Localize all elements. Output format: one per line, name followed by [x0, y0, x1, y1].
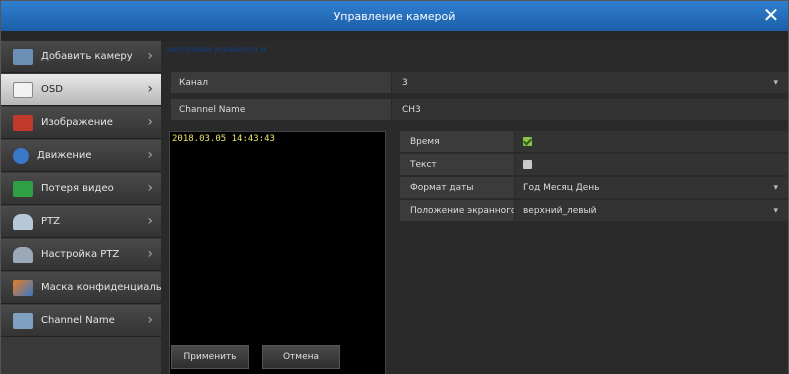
ptz-icon [13, 213, 33, 230]
text-option-row: Текст [400, 154, 788, 175]
camera-management-window: Управление камерой ✕ Добавить камеру › O… [0, 0, 789, 374]
time-option-row: Время [400, 131, 788, 152]
video-loss-icon [13, 180, 33, 197]
channel-label: Канал [171, 72, 391, 93]
text-checkbox[interactable] [523, 160, 532, 169]
image-icon [13, 114, 33, 131]
chevron-right-icon: › [147, 81, 153, 97]
channel-value: 3 [402, 77, 408, 88]
sidebar-item-motion[interactable]: Движение › [1, 140, 161, 172]
close-icon[interactable]: ✕ [760, 4, 782, 26]
chevron-right-icon: › [147, 114, 153, 130]
title-bar: Управление камерой ✕ [1, 1, 788, 31]
time-label: Время [400, 131, 514, 152]
sidebar-item-label: Потеря видео [41, 183, 114, 194]
chevron-down-icon: ▾ [773, 182, 778, 193]
channel-name-row: Channel Name CH3 [171, 99, 788, 120]
text-label: Текст [400, 154, 514, 175]
date-format-row: Формат даты Год Месяц День ▾ [400, 177, 788, 198]
add-camera-icon [13, 48, 33, 65]
channel-name-value: CH3 [402, 104, 421, 115]
channel-name-icon [13, 312, 33, 329]
channel-name-label: Channel Name [171, 99, 391, 120]
sidebar-item-label: Добавить камеру [41, 51, 133, 62]
window-title: Управление камерой [333, 9, 456, 23]
sidebar-item-label: OSD [41, 84, 63, 95]
sidebar-item-label: Изображение [41, 117, 113, 128]
osd-position-select[interactable]: верхний_левый ▾ [515, 200, 788, 221]
sidebar-item-ptz[interactable]: PTZ › [1, 206, 161, 238]
cancel-button[interactable]: Отмена [262, 345, 340, 369]
sidebar-item-label: Маска конфиденциальности [41, 282, 161, 293]
video-preview[interactable]: 2018.03.05 14:43:43 [169, 131, 386, 374]
sidebar-item-image[interactable]: Изображение › [1, 107, 161, 139]
motion-icon [13, 147, 29, 164]
channel-name-field[interactable]: CH3 [392, 99, 788, 120]
sidebar-item-label: PTZ [41, 216, 60, 227]
sidebar-item-label: Движение [37, 150, 92, 161]
privacy-mask-icon [13, 279, 33, 296]
sidebar-item-video-loss[interactable]: Потеря видео › [1, 173, 161, 205]
text-checkbox-cell [515, 154, 788, 175]
time-checkbox-cell [515, 131, 788, 152]
date-format-label: Формат даты [400, 177, 514, 198]
chevron-right-icon: › [147, 213, 153, 229]
sidebar-item-channel-name[interactable]: Channel Name › [1, 305, 161, 337]
sidebar-item-privacy-mask[interactable]: Маска конфиденциальности [1, 272, 161, 304]
osd-position-label: Положение экранного [400, 200, 514, 221]
sidebar-item-ptz-settings[interactable]: Настройка PTZ › [1, 239, 161, 271]
apply-button[interactable]: Применить [171, 345, 249, 369]
channel-select[interactable]: 3 ▾ [392, 72, 788, 93]
chevron-right-icon: › [147, 246, 153, 262]
osd-position-value: верхний_левый [523, 205, 597, 216]
time-checkbox[interactable] [523, 137, 532, 146]
date-format-value: Год Месяц День [523, 182, 600, 193]
osd-position-row: Положение экранного верхний_левый ▾ [400, 200, 788, 221]
chevron-right-icon: › [147, 180, 153, 196]
sidebar-item-add-camera[interactable]: Добавить камеру › [1, 41, 161, 73]
chevron-down-icon: ▾ [773, 77, 778, 88]
sidebar-item-label: Настройка PTZ [41, 249, 120, 260]
chevron-right-icon: › [147, 147, 153, 163]
osd-icon [13, 81, 33, 98]
osd-timestamp[interactable]: 2018.03.05 14:43:43 [172, 134, 275, 144]
date-format-select[interactable]: Год Месяц День ▾ [515, 177, 788, 198]
breadcrumb: настройки экранного м [167, 45, 267, 54]
sidebar-item-label: Channel Name [41, 315, 115, 326]
chevron-right-icon: › [147, 48, 153, 64]
osd-settings-panel: настройки экранного м Канал 3 ▾ Channel … [161, 41, 788, 374]
channel-row: Канал 3 ▾ [171, 72, 788, 93]
chevron-down-icon: ▾ [773, 205, 778, 216]
chevron-right-icon: › [147, 312, 153, 328]
sidebar: Добавить камеру › OSD › Изображение › Дв… [1, 41, 161, 374]
sidebar-item-osd[interactable]: OSD › [1, 74, 161, 106]
ptz-settings-icon [13, 246, 33, 263]
